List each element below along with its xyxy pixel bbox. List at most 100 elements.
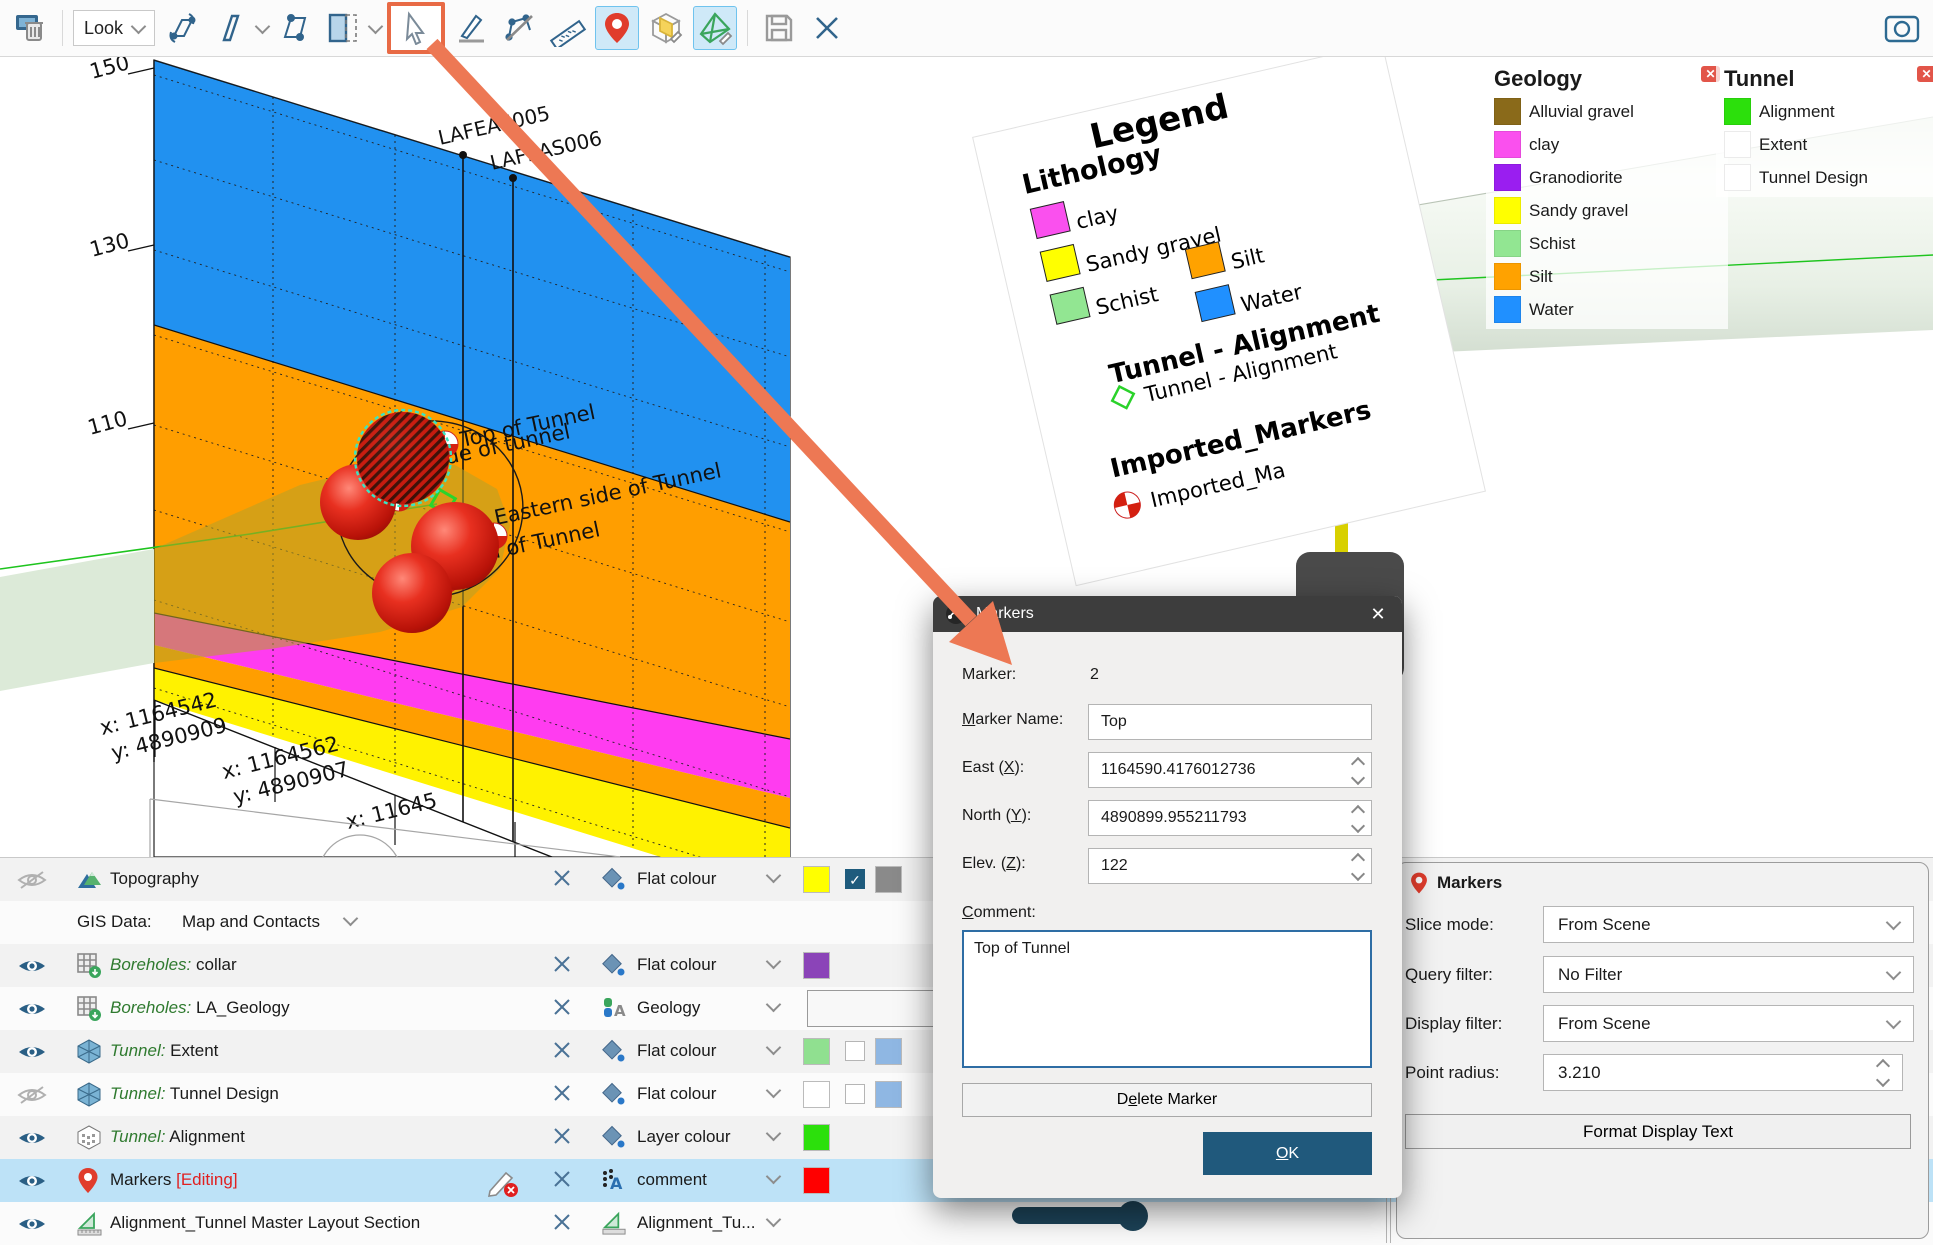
visibility-on-icon[interactable]	[16, 1041, 48, 1068]
topography-icon	[76, 866, 103, 898]
east-input[interactable]: 1164590.4176012736	[1088, 752, 1372, 788]
add-marker-icon[interactable]	[595, 6, 639, 50]
secondary-swatch[interactable]	[875, 866, 902, 893]
edit-mesh-icon[interactable]	[693, 6, 737, 50]
clear-scene-icon[interactable]	[10, 7, 52, 49]
legend-item: clay	[1494, 131, 1720, 158]
chevron-down-icon	[766, 954, 782, 970]
save-scene-icon[interactable]	[758, 7, 800, 49]
elev-input[interactable]: 122	[1088, 848, 1372, 884]
drape-checkbox[interactable]	[845, 1041, 865, 1061]
gis-data-dropdown[interactable]: Map and Contacts	[182, 912, 320, 932]
remove-from-scene-icon[interactable]	[552, 1212, 572, 1237]
spinner-icon[interactable]	[1878, 1061, 1888, 1085]
display-filter-dropdown[interactable]: From Scene	[1543, 1005, 1914, 1042]
ruler-icon[interactable]	[547, 7, 589, 49]
colour-swatch[interactable]	[803, 1124, 830, 1151]
dialog-titlebar[interactable]: Markers ✕	[933, 596, 1402, 632]
marker-name-input[interactable]: Top	[1088, 704, 1372, 740]
draw-slicer-rectangle-icon[interactable]	[322, 7, 364, 49]
draw-slicer-line-icon[interactable]	[274, 7, 316, 49]
chevron-down-icon[interactable]	[255, 18, 271, 34]
north-input[interactable]: 4890899.955211793	[1088, 800, 1372, 836]
colour-swatch[interactable]	[803, 1038, 830, 1065]
visibility-on-icon[interactable]	[16, 1213, 48, 1240]
ok-button[interactable]: OK	[1203, 1132, 1372, 1175]
colour-swatch[interactable]	[803, 952, 830, 979]
colour-swatch[interactable]	[803, 1167, 830, 1194]
secondary-swatch[interactable]	[875, 1038, 902, 1065]
display-mode-dropdown[interactable]: Flat colour	[637, 1084, 716, 1104]
slicer-icon[interactable]	[209, 7, 251, 49]
display-mode-dropdown[interactable]: Flat colour	[637, 869, 716, 889]
chevron-down-icon	[766, 1083, 782, 1099]
point-radius-input[interactable]: 3.210	[1543, 1054, 1903, 1091]
visibility-off-icon[interactable]	[16, 1084, 48, 1111]
format-display-text-button[interactable]: Format Display Text	[1405, 1114, 1911, 1149]
drape-checkbox[interactable]	[845, 1084, 865, 1104]
edit-polyline-icon[interactable]	[499, 7, 541, 49]
scene-legend-sheet: Legend Lithology clay Sandy gravel Schis…	[973, 57, 1486, 586]
draw-line-icon[interactable]	[451, 7, 493, 49]
marker-pin-icon	[76, 1167, 100, 1199]
query-filter-dropdown[interactable]: No Filter	[1543, 956, 1914, 993]
close-icon[interactable]: ✕	[1917, 66, 1933, 82]
remove-from-scene-icon[interactable]	[552, 1169, 572, 1194]
legend-item: Sandy gravel	[1494, 197, 1720, 224]
slider-track[interactable]	[1012, 1207, 1130, 1224]
delete-marker-button[interactable]: Delete Marker	[962, 1083, 1372, 1117]
remove-from-scene-icon[interactable]	[552, 1083, 572, 1108]
slider-knob[interactable]	[1118, 1201, 1148, 1231]
colour-swatch[interactable]	[803, 866, 830, 893]
shape-label: collar	[191, 955, 236, 974]
color-swatch	[1724, 131, 1751, 158]
color-swatch	[1494, 230, 1521, 257]
chevron-down-icon	[131, 18, 147, 34]
toolbar: Look	[0, 0, 1933, 57]
display-mode-dropdown[interactable]: Geology	[637, 998, 700, 1018]
remove-from-scene-icon[interactable]	[552, 868, 572, 893]
mesh-cube-icon	[76, 1038, 103, 1070]
east-label: East (X):	[962, 759, 1024, 777]
marker-properties-panel: Markers Slice mode: From Scene Query fil…	[1396, 862, 1929, 1239]
remove-from-scene-icon[interactable]	[552, 1040, 572, 1065]
move-resize-slicer-icon[interactable]	[161, 7, 203, 49]
drape-checkbox[interactable]: ✓	[845, 869, 865, 889]
legend-item: Extent	[1724, 131, 1933, 158]
display-mode-dropdown[interactable]: Flat colour	[637, 1041, 716, 1061]
draw-surface-icon[interactable]	[645, 7, 687, 49]
secondary-swatch[interactable]	[875, 1081, 902, 1108]
section-ruler-icon	[601, 1210, 627, 1241]
visibility-on-icon[interactable]	[16, 1127, 48, 1154]
spinner-icon[interactable]	[1353, 759, 1363, 783]
svg-text:A: A	[614, 1002, 626, 1020]
remove-from-scene-icon[interactable]	[552, 997, 572, 1022]
remove-from-scene-icon[interactable]	[552, 1126, 572, 1151]
visibility-off-icon[interactable]	[16, 869, 48, 896]
close-icon[interactable]: ✕	[1366, 604, 1390, 625]
look-dropdown[interactable]: Look	[73, 10, 155, 46]
visibility-on-icon[interactable]	[16, 955, 48, 982]
color-swatch	[1494, 263, 1521, 290]
comment-textarea[interactable]: Top of Tunnel	[962, 930, 1372, 1068]
stop-editing-icon[interactable]	[486, 1167, 520, 1202]
display-mode-dropdown[interactable]: Flat colour	[637, 955, 716, 975]
spinner-icon[interactable]	[1353, 855, 1363, 879]
display-mode-dropdown[interactable]: Alignment_Tu...	[637, 1213, 755, 1233]
remove-from-scene-icon[interactable]	[552, 954, 572, 979]
slice-mode-dropdown[interactable]: From Scene	[1543, 906, 1914, 943]
display-mode-dropdown[interactable]: comment	[637, 1170, 707, 1190]
cancel-icon[interactable]	[806, 7, 848, 49]
colour-swatch[interactable]	[803, 1081, 830, 1108]
screenshot-icon[interactable]	[1881, 7, 1923, 49]
display-mode-dropdown[interactable]: Layer colour	[637, 1127, 731, 1147]
svg-text:A: A	[610, 1174, 623, 1193]
select-tool-icon[interactable]	[387, 2, 445, 54]
spinner-icon[interactable]	[1353, 807, 1363, 831]
chevron-down-icon[interactable]	[368, 18, 384, 34]
geology-column-icon: A	[601, 995, 627, 1026]
point-radius-label: Point radius:	[1405, 1063, 1500, 1083]
visibility-on-icon[interactable]	[16, 998, 48, 1025]
visibility-on-icon[interactable]	[16, 1170, 48, 1197]
svg-text:110: 110	[85, 406, 130, 440]
